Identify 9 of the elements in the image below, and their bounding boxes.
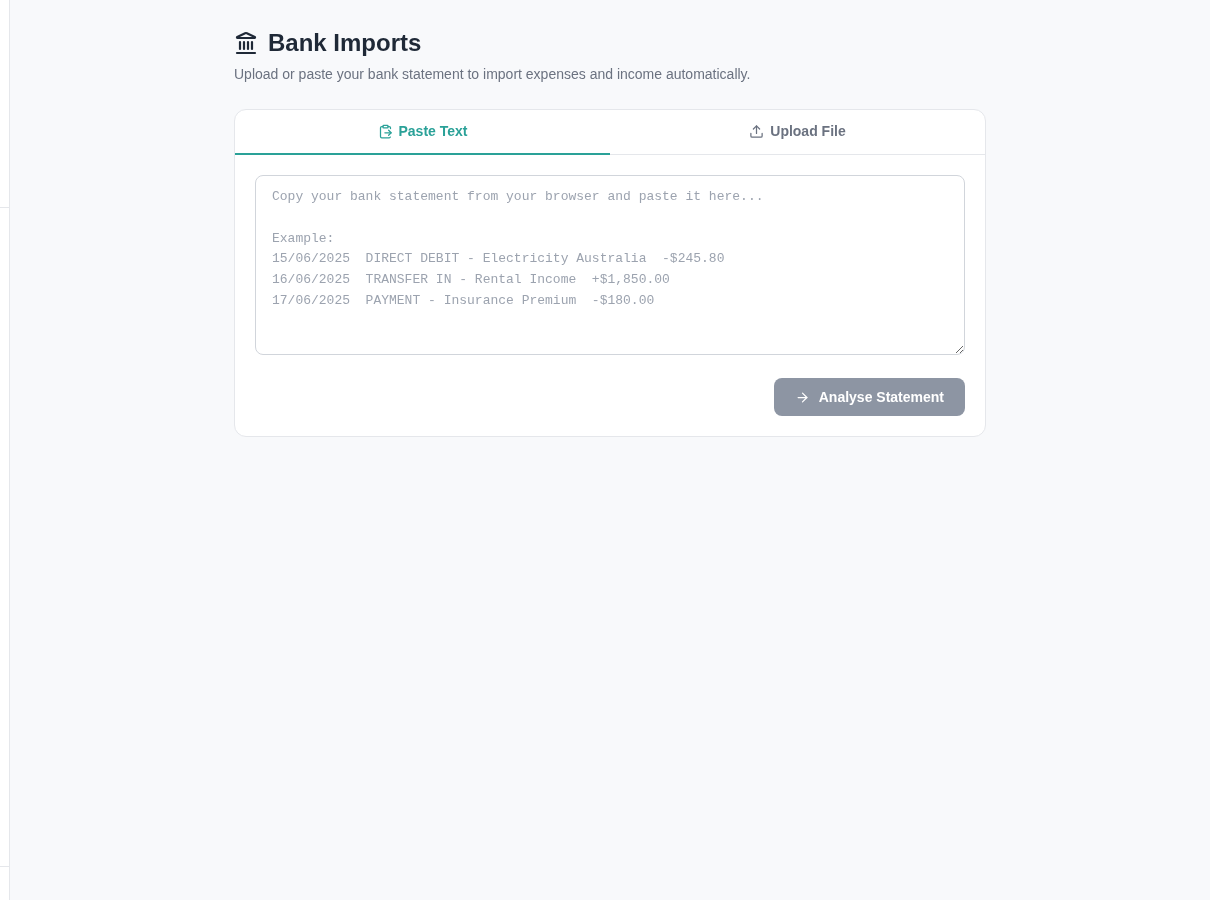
upload-icon [749,124,765,139]
tab[interactable]: Upload File [610,110,985,155]
clipboard-arrow-icon [377,124,393,139]
page-title: Bank Imports [268,28,422,58]
arrow-right-icon [794,389,810,405]
page-subtitle: Upload or paste your bank statement to import expenses and income automatically. [234,65,752,84]
tab[interactable]: Paste Text [235,110,610,155]
statement-text-area[interactable]: Copy your bank statement from your browser and paste it here... Example: 15/06/2025 DIRECT DEBIT - Electricity Australia -$245.80 16/06/2025 TRANSFER IN - Rental Income +$1,850.00 17/06/2025 PAYMENT - Insurance Premium -$180.00 [255,175,965,355]
bank-building-icon [234,31,258,55]
